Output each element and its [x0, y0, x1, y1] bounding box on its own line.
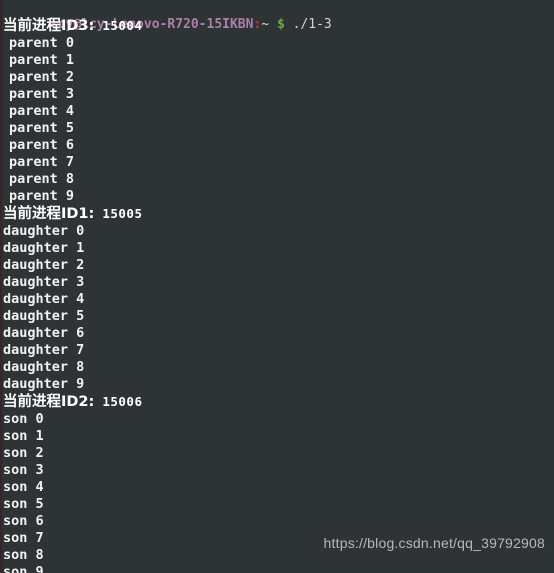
output-line: son 4	[3, 479, 44, 495]
terminal-left-edge-accent	[0, 0, 2, 573]
process-header-line: 当前进程ID2: 15006	[3, 393, 554, 411]
watermark-text: https://blog.csdn.net/qq_39792908	[323, 535, 545, 551]
output-line: daughter 1	[3, 240, 85, 256]
output-line: son 5	[3, 496, 44, 512]
process-id-value: 15005	[94, 206, 143, 221]
process-header-label: 当前进程ID2:	[3, 394, 95, 410]
output-line: daughter 9	[3, 376, 85, 392]
process-header-label: 当前进程ID1:	[3, 206, 95, 222]
output-line: parent 2	[9, 69, 75, 85]
output-line: parent 6	[9, 137, 75, 153]
output-line: parent 0	[9, 35, 75, 51]
output-line: daughter 6	[3, 325, 85, 341]
output-line: daughter 2	[3, 257, 85, 273]
terminal-output-area[interactable]: lcy@lcy-Lenovo-R720-15IKBN:~ $ ./1-3 当前进…	[0, 0, 554, 573]
output-line: son 9	[3, 564, 44, 573]
output-line: daughter 3	[3, 274, 85, 290]
prompt-path: ~	[261, 17, 270, 32]
process-id-value: 15006	[94, 394, 143, 409]
output-line: parent 9	[9, 188, 75, 204]
shell-prompt-line: lcy@lcy-Lenovo-R720-15IKBN:~ $ ./1-3	[3, 1, 554, 32]
output-line: parent 3	[9, 86, 75, 102]
output-line: son 2	[3, 445, 44, 461]
prompt-command: ./1-3	[292, 17, 332, 32]
output-line: parent 8	[9, 171, 75, 187]
output-line: daughter 8	[3, 359, 85, 375]
terminal-output-body: 当前进程ID3: 15004 parent 0 parent 1 parent 2 pa…	[3, 17, 554, 573]
terminal-window[interactable]: lcy@lcy-Lenovo-R720-15IKBN:~ $ ./1-3 当前进…	[0, 0, 554, 573]
output-line: daughter 5	[3, 308, 85, 324]
process-id-value: 15004	[94, 18, 143, 33]
output-line: son 3	[3, 462, 44, 478]
output-line: parent 4	[9, 103, 75, 119]
prompt-symbol: $	[276, 17, 285, 32]
process-header-label: 当前进程ID3:	[3, 18, 95, 34]
output-line: daughter 4	[3, 291, 85, 307]
output-line: parent 1	[9, 52, 75, 68]
output-line: parent 5	[9, 120, 75, 136]
output-line: daughter 0	[3, 223, 85, 239]
output-line: son 0	[3, 411, 44, 427]
output-line: son 1	[3, 428, 44, 444]
output-line: parent 7	[9, 154, 75, 170]
output-line: son 6	[3, 513, 44, 529]
output-line: daughter 7	[3, 342, 85, 358]
process-header-line: 当前进程ID1: 15005	[3, 205, 554, 223]
